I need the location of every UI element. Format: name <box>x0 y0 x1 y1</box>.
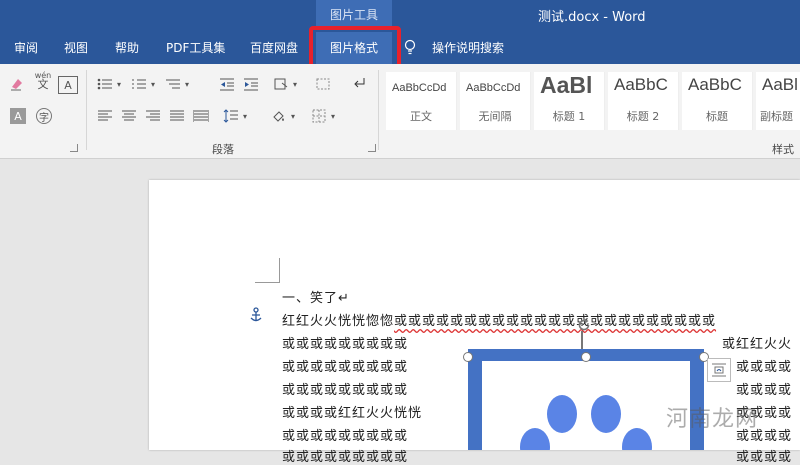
wrapped-line-left[interactable]: 或或或或或或或或或 <box>282 356 408 375</box>
wrapped-line-left[interactable]: 或或或或或或或或或 <box>282 425 408 444</box>
wrapped-line-left[interactable]: 或或或或或或或或或 <box>282 446 408 465</box>
resize-handle-top[interactable] <box>581 352 591 362</box>
tab-view[interactable]: 视图 <box>58 32 94 64</box>
show-marks-icon[interactable] <box>350 76 368 92</box>
chevron-down-icon[interactable]: ▾ <box>148 76 158 92</box>
borders-icon[interactable] <box>310 108 328 124</box>
phonetic-guide-icon[interactable]: wén 文 <box>34 71 52 90</box>
tab-baidu-netdisk[interactable]: 百度网盘 <box>244 32 304 64</box>
document-title: 测试.docx - Word <box>538 10 646 25</box>
style-normal[interactable]: AaBbCcDd 正文 <box>386 72 457 130</box>
decrease-indent-icon[interactable] <box>218 76 236 92</box>
chevron-down-icon[interactable]: ▾ <box>290 76 300 92</box>
align-center-icon[interactable] <box>120 108 138 124</box>
wrapped-line-right[interactable]: 或或或或 <box>736 379 792 398</box>
wrapped-line-right[interactable]: 或或或或 <box>736 446 792 465</box>
lightbulb-icon[interactable] <box>404 39 416 55</box>
tell-me-search[interactable]: 操作说明搜索 <box>426 32 510 64</box>
justify-icon[interactable] <box>168 108 186 124</box>
wrapped-line-right[interactable]: 或红红火火 <box>722 333 792 352</box>
paw-toe-icon <box>547 395 577 433</box>
bullets-icon[interactable] <box>96 76 114 92</box>
rotate-handle-stem <box>581 331 583 349</box>
align-right-icon[interactable] <box>144 108 162 124</box>
heading-line[interactable]: 一、笑了↵ <box>282 287 350 306</box>
paragraph-line-1[interactable]: 红红火火恍恍惚惚或或或或或或或或或或或或或或或或或或或或或或或 <box>282 310 716 329</box>
style-heading-2[interactable]: AaBbC 标题 2 <box>608 72 679 130</box>
picture-content <box>482 361 690 450</box>
distributed-icon[interactable] <box>192 108 210 124</box>
style-no-spacing[interactable]: AaBbCcDd 无间隔 <box>460 72 531 130</box>
styles-gallery: AaBbCcDd 正文 AaBbCcDd 无间隔 AaBl 标题 1 AaBbC… <box>386 72 800 130</box>
ribbon: wén 文 A A 字 ▾ ▾ ▾ ▾ ▾ ▾ ▾ 段落 AaBbCcDd 正文 … <box>0 64 800 159</box>
margin-corner-mark <box>255 258 280 283</box>
character-shading-icon[interactable]: A <box>10 108 26 124</box>
tab-review[interactable]: 审阅 <box>8 32 44 64</box>
wrapped-line-left[interactable]: 或或或或或或或或或 <box>282 379 408 398</box>
line-spacing-icon[interactable] <box>222 108 240 124</box>
chevron-down-icon[interactable]: ▾ <box>114 76 124 92</box>
line-text: 红红火火恍恍惚惚 <box>282 314 395 329</box>
clear-format-icon[interactable] <box>8 76 26 92</box>
separator <box>378 70 379 150</box>
style-title[interactable]: AaBbC 标题 <box>682 72 753 130</box>
paw-toe-icon <box>622 428 652 450</box>
wrapped-line-left[interactable]: 或或或或或或或或或 <box>282 333 408 352</box>
selected-picture[interactable] <box>468 349 704 450</box>
rotate-handle-icon[interactable] <box>576 317 592 333</box>
anchor-icon[interactable] <box>249 307 263 323</box>
style-subtitle[interactable]: AaBl 副标题 <box>756 72 800 130</box>
increase-indent-icon[interactable] <box>242 76 260 92</box>
tab-help[interactable]: 帮助 <box>109 32 145 64</box>
sort-icon[interactable] <box>314 76 332 92</box>
shading-icon[interactable] <box>270 108 288 124</box>
layout-options-button[interactable] <box>707 358 731 382</box>
chevron-down-icon[interactable]: ▾ <box>182 76 192 92</box>
character-border-icon[interactable]: A <box>58 76 78 94</box>
paragraph-group-label: 段落 <box>212 143 234 156</box>
font-dialog-launcher[interactable] <box>70 144 78 152</box>
paw-toe-icon <box>591 395 621 433</box>
multilevel-list-icon[interactable] <box>164 76 182 92</box>
spelling-underlined-text: 或或或或或或或或或或或或或或或或或或或或或或或 <box>394 314 717 329</box>
paw-toe-icon <box>520 428 550 450</box>
layout-options-icon <box>712 363 726 377</box>
align-left-icon[interactable] <box>96 108 114 124</box>
style-heading-1[interactable]: AaBl 标题 1 <box>534 72 605 130</box>
enclose-characters-icon[interactable]: 字 <box>36 108 52 124</box>
resize-handle-top-left[interactable] <box>463 352 473 362</box>
separator <box>86 70 87 150</box>
wrapped-line-left[interactable]: 或或或或红红火火恍恍 <box>282 402 422 421</box>
styles-group-label: 样式 <box>772 143 794 156</box>
numbering-icon[interactable] <box>130 76 148 92</box>
chinese-layout-icon[interactable] <box>272 76 290 92</box>
chevron-down-icon[interactable]: ▾ <box>328 108 338 124</box>
paragraph-dialog-launcher[interactable] <box>368 144 376 152</box>
chevron-down-icon[interactable]: ▾ <box>288 108 298 124</box>
wrapped-line-right[interactable]: 或或或或 <box>736 356 792 375</box>
chevron-down-icon[interactable]: ▾ <box>240 108 250 124</box>
watermark: 河南龙网 <box>666 407 759 432</box>
tab-pdf-tools[interactable]: PDF工具集 <box>160 32 231 64</box>
